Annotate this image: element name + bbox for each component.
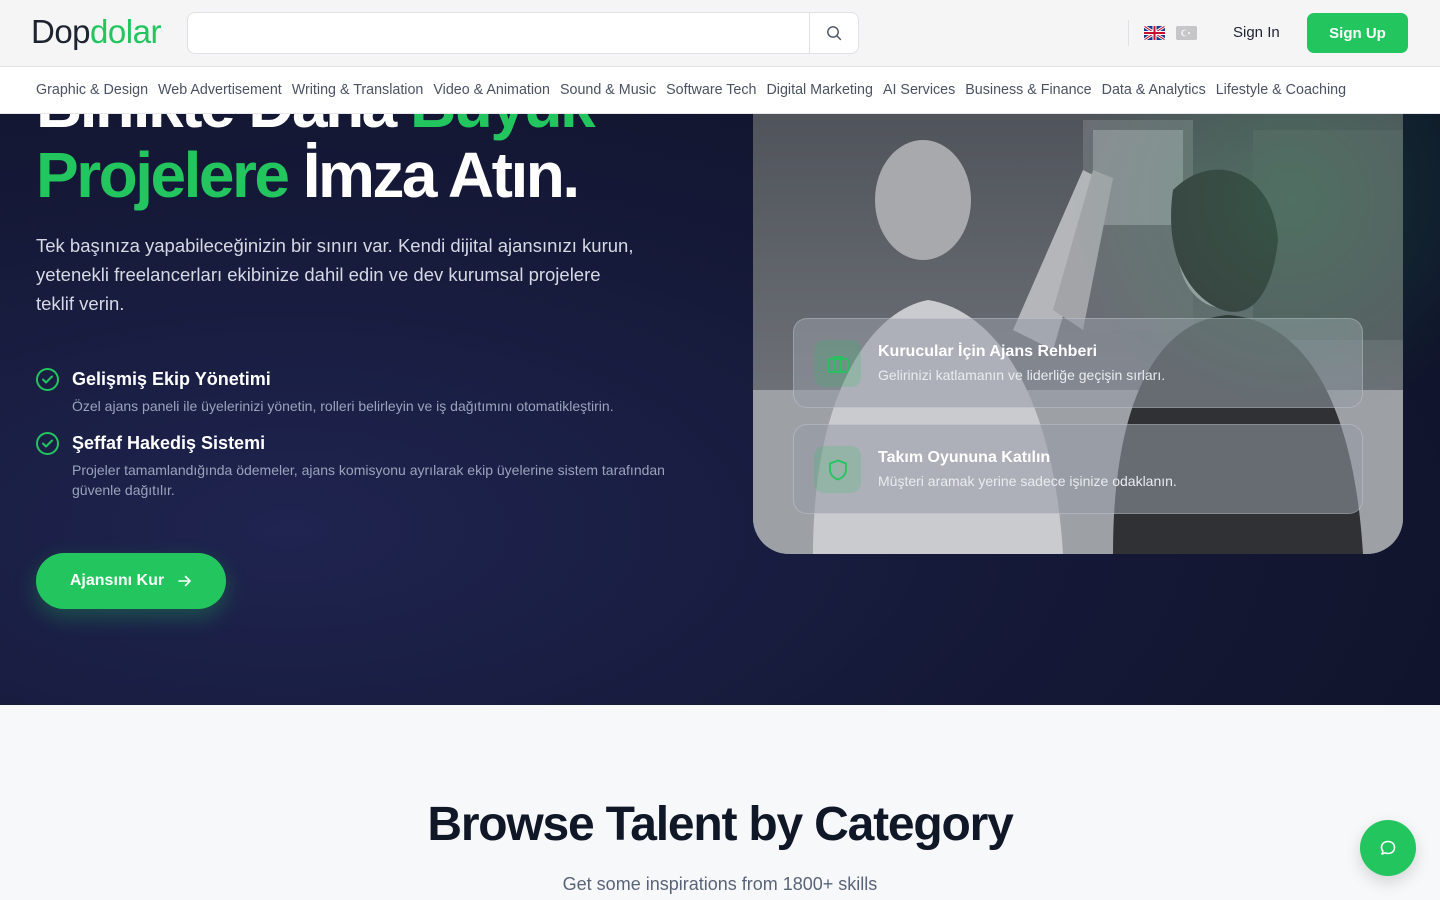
hero-title-highlight: Projelere: [36, 139, 303, 211]
check-circle-icon: [36, 432, 59, 455]
category-link-business-finance[interactable]: Business & Finance: [965, 82, 1091, 98]
category-link-digital-marketing[interactable]: Digital Marketing: [766, 82, 872, 98]
feature-title: Gelişmiş Ekip Yönetimi: [72, 369, 271, 389]
top-header: Dopdolar Sign In Sign Up: [0, 0, 1440, 67]
feature-text: Projeler tamamlandığında ödemeler, ajans…: [72, 462, 665, 498]
team-card-title: Takım Oyununa Katılın: [878, 449, 1051, 466]
team-card[interactable]: Takım Oyununa Katılın Müşteri aramak yer…: [793, 424, 1363, 514]
hero-image: Kurucular İçin Ajans Rehberi Gelirinizi …: [753, 60, 1403, 554]
guide-card-title: Kurucular İçin Ajans Rehberi: [878, 343, 1098, 360]
section-title: Browse Talent by Category: [427, 798, 1013, 851]
shield-icon: [814, 446, 861, 493]
category-nav: Graphic & Design Web Advertisement Writi…: [0, 67, 1440, 114]
briefcase-icon: [814, 340, 861, 387]
section-subtitle: Get some inspirations from 1800+ skills: [562, 874, 878, 894]
logo-text-accent: dolar: [90, 13, 161, 50]
header-divider: [1128, 20, 1129, 46]
feature-item: Gelişmiş Ekip Yönetimi Özel ajans paneli…: [36, 366, 676, 416]
category-link-graphic-design[interactable]: Graphic & Design: [36, 82, 148, 98]
category-link-lifestyle-coaching[interactable]: Lifestyle & Coaching: [1216, 82, 1346, 98]
hero-description: Tek başınıza yapabileceğinizin bir sınır…: [36, 235, 634, 314]
guide-card[interactable]: Kurucular İçin Ajans Rehberi Gelirinizi …: [793, 318, 1363, 408]
category-link-data-analytics[interactable]: Data & Analytics: [1102, 82, 1206, 98]
category-link-software-tech[interactable]: Software Tech: [666, 82, 756, 98]
turkey-flag-icon[interactable]: [1176, 26, 1197, 40]
guide-card-text: Gelirinizi katlamanın ve liderliğe geçiş…: [878, 367, 1166, 383]
category-link-writing-translation[interactable]: Writing & Translation: [292, 82, 424, 98]
search-icon: [827, 26, 842, 41]
sign-in-link[interactable]: Sign In: [1233, 22, 1280, 44]
search-bar: [187, 12, 859, 54]
category-link-sound-music[interactable]: Sound & Music: [560, 82, 656, 98]
feature-item: Şeffaf Hakediş Sistemi Projeler tamamlan…: [36, 430, 676, 500]
category-link-video-animation[interactable]: Video & Animation: [433, 82, 550, 98]
team-card-text: Müşteri aramak yerine sadece işinize oda…: [878, 473, 1177, 489]
feature-title: Şeffaf Hakediş Sistemi: [72, 433, 266, 453]
create-agency-button[interactable]: Ajansını Kur: [36, 553, 226, 609]
chat-bubble-icon: [1380, 840, 1396, 855]
sign-up-button[interactable]: Sign Up: [1307, 13, 1408, 53]
feature-text: Özel ajans paneli ile üyelerinizi yöneti…: [72, 398, 614, 414]
arrow-right-icon: [178, 575, 191, 587]
search-button[interactable]: [809, 13, 858, 53]
hero-title-part: İmza Atın.: [302, 139, 580, 211]
logo[interactable]: Dopdolar: [31, 12, 161, 52]
category-link-web-advertisement[interactable]: Web Advertisement: [158, 82, 282, 98]
uk-flag-icon[interactable]: [1144, 26, 1165, 40]
check-circle-icon: [36, 368, 59, 391]
category-link-ai-services[interactable]: AI Services: [883, 82, 955, 98]
logo-text: Dop: [31, 13, 91, 50]
create-agency-label: Ajansını Kur: [69, 572, 165, 589]
chat-button[interactable]: [1360, 820, 1416, 876]
search-input[interactable]: [198, 21, 798, 47]
